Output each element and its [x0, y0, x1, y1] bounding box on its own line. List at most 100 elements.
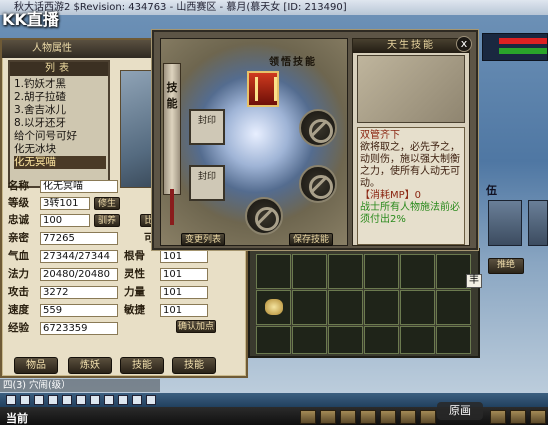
- list-item[interactable]: 8.以牙还牙: [14, 117, 106, 130]
- inventory-slot[interactable]: [292, 254, 327, 289]
- toolbar-icon[interactable]: [104, 395, 114, 405]
- skill-window-title: 领悟技能: [269, 57, 317, 68]
- toolbar-icon[interactable]: [6, 395, 16, 405]
- skill-scroll-tab: 技能: [163, 63, 181, 195]
- inventory-slot[interactable]: [292, 290, 327, 325]
- inventory-slot[interactable]: [292, 326, 327, 354]
- list-item[interactable]: 1.钓妖才黑: [14, 78, 106, 91]
- talent-illustration: [357, 55, 465, 123]
- toolbar-icon[interactable]: [146, 395, 156, 405]
- empty-skill-slot[interactable]: [299, 165, 337, 203]
- toolbar-icon[interactable]: [62, 395, 72, 405]
- list-item[interactable]: 化无冰块: [14, 143, 106, 156]
- inventory-slot[interactable]: [328, 326, 363, 354]
- close-icon[interactable]: x: [456, 36, 472, 52]
- gen-value: 101: [160, 250, 208, 263]
- inventory-grid: [248, 248, 480, 358]
- rebirth-button[interactable]: 修生: [94, 197, 120, 210]
- attack-value: 3272: [40, 286, 118, 299]
- talent-header: 天生技能: [353, 39, 469, 53]
- main-skill-icon[interactable]: [247, 71, 279, 107]
- toolbar-icon[interactable]: [20, 395, 30, 405]
- inventory-slot[interactable]: [364, 326, 399, 354]
- toolbar-icon[interactable]: [48, 395, 58, 405]
- inventory-slot[interactable]: [256, 254, 291, 289]
- hotbar-slot[interactable]: [490, 410, 506, 424]
- list-item-selected[interactable]: 化无冥喵: [14, 156, 106, 169]
- skill-wheel: 技能 领悟技能 封印 封印 变更列表 保存技能: [160, 38, 348, 246]
- quality-button[interactable]: 原画: [437, 402, 483, 420]
- hotbar-slot[interactable]: [510, 410, 526, 424]
- toolbar-icon[interactable]: [132, 395, 142, 405]
- team-title: 伍: [486, 184, 497, 197]
- inventory-slot[interactable]: [436, 326, 471, 354]
- hotbar-slot[interactable]: [300, 410, 316, 424]
- empty-skill-slot[interactable]: [299, 109, 337, 147]
- inventory-slot[interactable]: [400, 254, 435, 289]
- status-bars: [482, 33, 548, 61]
- gen-label: 根骨: [124, 250, 145, 262]
- hp-value: 27344/27344: [40, 250, 118, 263]
- mp-label: 法力: [8, 268, 29, 280]
- agility-value: 101: [160, 304, 208, 317]
- list-item[interactable]: 2.胡子拉碴: [14, 91, 106, 104]
- save-skill-button[interactable]: 保存技能: [289, 233, 333, 246]
- talent-extra: 战士所有人物施法前必须付出2%: [360, 202, 460, 225]
- agility-label: 敏捷: [124, 304, 145, 316]
- reject-button[interactable]: 推绝: [488, 258, 524, 274]
- loyalty-label: 忠诚: [8, 214, 29, 226]
- inventory-slot[interactable]: [436, 290, 471, 325]
- inventory-slot[interactable]: [364, 290, 399, 325]
- inventory-slot[interactable]: [400, 326, 435, 354]
- strength-label: 力量: [124, 286, 145, 298]
- talent-skill-name: 双管齐下: [360, 130, 400, 141]
- toolbar-icon[interactable]: [90, 395, 100, 405]
- team-member-portrait[interactable]: [488, 200, 522, 246]
- level-label: 等级: [8, 197, 29, 209]
- list-item[interactable]: 给个问号可好: [14, 130, 106, 143]
- inventory-slot[interactable]: [256, 326, 291, 354]
- chat-line: 四(3) 穴闹(级）: [0, 379, 160, 392]
- inventory-slot[interactable]: [364, 254, 399, 289]
- hotbar-slot[interactable]: [530, 410, 546, 424]
- team-member-portrait[interactable]: [528, 200, 548, 246]
- toolbar-icon[interactable]: [34, 395, 44, 405]
- name-field[interactable]: 化无冥喵: [40, 180, 118, 193]
- refine-button[interactable]: 炼妖: [68, 357, 112, 374]
- tame-button[interactable]: 驯养: [94, 214, 120, 227]
- current-channel-label: 当前: [6, 412, 28, 425]
- hotbar-slot[interactable]: [320, 410, 336, 424]
- sealed-skill-slot[interactable]: 封印: [189, 165, 225, 201]
- hotbar-slot[interactable]: [360, 410, 376, 424]
- hotbar-slot[interactable]: [380, 410, 396, 424]
- ling-value: 101: [160, 268, 208, 281]
- ling-label: 灵性: [124, 268, 145, 280]
- intimacy-label: 亲密: [8, 232, 29, 244]
- change-list-button[interactable]: 变更列表: [181, 233, 225, 246]
- hotbar-slot[interactable]: [340, 410, 356, 424]
- skills-button[interactable]: 技能: [120, 357, 164, 374]
- skills-button-2[interactable]: 技能: [172, 357, 216, 374]
- confirm-points-button[interactable]: 确认加点: [176, 320, 216, 333]
- hotbar-slot[interactable]: [420, 410, 436, 424]
- inventory-slot[interactable]: [256, 290, 291, 325]
- loyalty-value: 100: [40, 214, 90, 227]
- speed-label: 速度: [8, 304, 29, 316]
- empty-skill-slot[interactable]: [245, 197, 283, 235]
- mp-bar: [499, 48, 547, 54]
- tassel-decoration: [170, 189, 174, 225]
- items-button[interactable]: 物品: [14, 357, 58, 374]
- hp-bar: [499, 38, 547, 44]
- hp-label: 气血: [8, 250, 29, 262]
- inventory-slot[interactable]: [400, 290, 435, 325]
- inventory-slot[interactable]: [328, 290, 363, 325]
- sealed-skill-slot[interactable]: 封印: [189, 109, 225, 145]
- list-item[interactable]: 3.舍吉冰儿: [14, 104, 106, 117]
- talent-panel: 天生技能 双管齐下 欲将取之，必先予之，动则伤，施以强大制衡之力，使所有人动无可…: [352, 38, 470, 246]
- inventory-slot[interactable]: [328, 254, 363, 289]
- talent-description: 双管齐下 欲将取之，必先予之，动则伤，施以强大制衡之力，使所有人动无可动。 【消…: [357, 127, 465, 245]
- fan-button[interactable]: 丰: [466, 274, 482, 288]
- toolbar-icon[interactable]: [118, 395, 128, 405]
- toolbar-icon[interactable]: [76, 395, 86, 405]
- hotbar-slot[interactable]: [400, 410, 416, 424]
